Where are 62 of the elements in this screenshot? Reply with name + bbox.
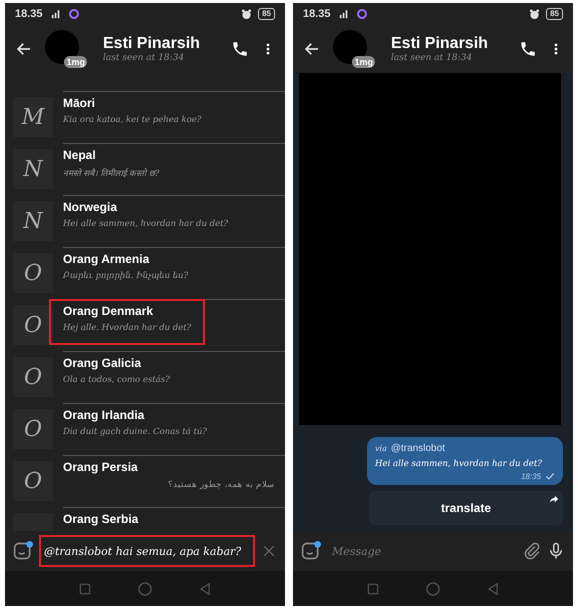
back-nav-icon[interactable] <box>486 582 500 596</box>
notification-icon <box>356 9 367 19</box>
home-icon[interactable] <box>424 580 441 596</box>
input-bar[interactable]: Message <box>293 531 573 571</box>
alarm-icon <box>529 8 540 20</box>
notification-icon <box>68 9 79 19</box>
check-icon <box>545 471 555 481</box>
last-seen-text: last seen at 18:34 <box>391 53 474 63</box>
phone-icon[interactable] <box>519 40 537 58</box>
language-title[interactable]: Orang Irlandia <box>63 408 285 422</box>
letter-avatar: O <box>13 409 53 449</box>
share-icon[interactable] <box>549 494 559 504</box>
language-sample: Hej alle. Hvordan har du det? <box>63 323 192 333</box>
language-sample: Dia duit gach duine. Conas tá tú? <box>63 427 208 437</box>
battery-indicator: 85 <box>258 8 275 20</box>
letter-avatar: O <box>13 305 53 345</box>
language-title[interactable]: Orang Galicia <box>63 356 285 370</box>
last-seen-text: last seen at 18:34 <box>103 53 186 63</box>
message-text: Hei alle sammen, hvordan har du det? <box>375 458 543 471</box>
translate-button[interactable]: translate <box>369 491 563 525</box>
contact-name: Esti Pinarsih <box>391 35 489 53</box>
phone-icon[interactable] <box>231 40 249 58</box>
language-title[interactable]: Nepal <box>63 148 285 162</box>
language-title[interactable]: Māori <box>63 96 285 110</box>
back-nav-icon[interactable] <box>198 582 212 596</box>
letter-avatar: O <box>13 357 53 397</box>
home-icon[interactable] <box>136 580 153 596</box>
letter-avatar: M <box>13 97 53 137</box>
language-title[interactable]: Norwegia <box>63 200 285 214</box>
language-sample: Kia ora katoa, kei te pehea koe? <box>63 115 202 125</box>
sticker-icon[interactable] <box>13 541 33 561</box>
status-time: 18.35 <box>303 8 331 20</box>
avatar-badge: 1mg <box>64 56 87 68</box>
language-title[interactable]: Orang Persia <box>63 460 285 474</box>
letter-avatar: N <box>13 201 53 241</box>
recents-icon[interactable] <box>78 582 92 596</box>
mic-icon[interactable] <box>547 542 565 560</box>
bot-link[interactable]: @translobot <box>390 443 445 454</box>
letter-avatar: N <box>13 149 53 189</box>
attach-icon[interactable] <box>523 542 541 560</box>
message-field[interactable]: @translobot hai semua, apa kabar? <box>39 535 255 567</box>
sticker-icon[interactable] <box>301 541 321 561</box>
battery-indicator: 85 <box>546 8 563 20</box>
language-sample: Բարեւ բոլորին. Ինչպես ես? <box>63 271 190 281</box>
status-time: 18.35 <box>15 8 43 20</box>
letter-avatar: O <box>13 461 53 501</box>
close-icon[interactable] <box>261 543 277 559</box>
recents-icon[interactable] <box>366 582 380 596</box>
contact-name: Esti Pinarsih <box>103 35 201 53</box>
language-sample: Ola a todos, como estás? <box>63 375 171 385</box>
language-title[interactable]: Orang Denmark <box>63 304 285 318</box>
language-sample: Hei alle sammen, hvordan har du det? <box>63 219 230 229</box>
alarm-icon <box>241 8 252 20</box>
letter-avatar: O <box>13 253 53 293</box>
avatar-badge: 1mg <box>352 56 375 68</box>
via-label: via <box>375 444 387 453</box>
message-time: 18:35 <box>520 472 541 480</box>
language-sample: नमस्ते सबै। तिमीलाई कस्तो छ? <box>63 167 160 179</box>
language-sample: سلام به همه، چطور هستید؟ <box>167 479 276 490</box>
language-title[interactable]: Orang Armenia <box>63 252 285 266</box>
language-title[interactable]: Orang Serbia <box>63 512 285 526</box>
message-field[interactable]: Message <box>327 535 517 567</box>
